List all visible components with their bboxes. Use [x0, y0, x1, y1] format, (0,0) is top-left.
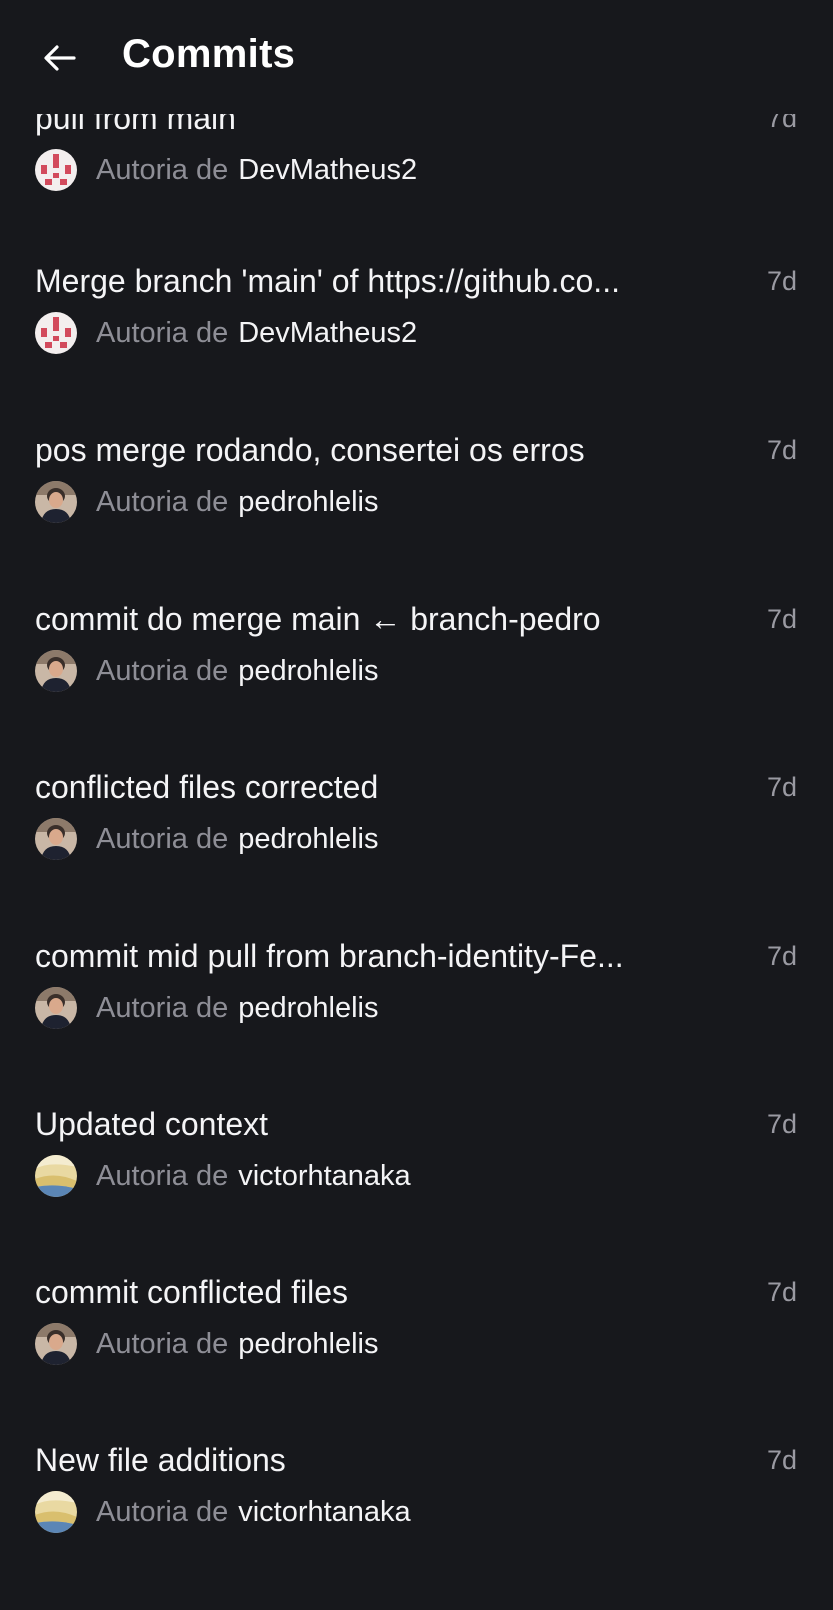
- back-button[interactable]: [36, 34, 84, 82]
- sand-landscape-avatar-icon: [35, 1155, 77, 1197]
- avatar: [35, 818, 77, 860]
- commit-age: 7d: [766, 435, 797, 465]
- user-photo-avatar-icon: [35, 818, 77, 860]
- author-prefix: Autoria de: [96, 485, 229, 518]
- page-title: Commits: [122, 32, 296, 76]
- commit-row[interactable]: pos merge rodando, consertei os erros 7d…: [0, 430, 833, 600]
- avatar: [35, 987, 77, 1029]
- commit-age: 7d: [766, 772, 797, 802]
- arrow-left-icon: [44, 45, 76, 71]
- commit-message: Updated context: [35, 1106, 269, 1142]
- author-name: pedrohlelis: [238, 1327, 379, 1360]
- commit-row[interactable]: commit conflicted files 7d Autoria de pe…: [0, 1272, 833, 1442]
- commit-author: Autoria de DevMatheus2: [35, 311, 417, 355]
- identicon-avatar-icon: [35, 312, 77, 354]
- commit-message: commit mid pull from branch-identity-Fe.…: [35, 938, 624, 974]
- commit-author: Autoria de pedrohlelis: [35, 817, 378, 861]
- avatar: [35, 1491, 77, 1533]
- commit-author: Autoria de pedrohlelis: [35, 480, 378, 524]
- identicon-avatar-icon: [35, 149, 77, 191]
- author-prefix: Autoria de: [96, 1159, 229, 1192]
- commit-row[interactable]: conflicted files corrected 7d Autoria de…: [0, 767, 833, 937]
- commit-age: 7d: [766, 1109, 797, 1139]
- commit-row[interactable]: Merge branch 'main' of https://github.co…: [0, 261, 833, 431]
- user-photo-avatar-icon: [35, 1323, 77, 1365]
- commit-message: Merge branch 'main' of https://github.co…: [35, 263, 620, 299]
- commit-row[interactable]: pull from main 7d Autoria de DevMatheus2: [0, 98, 833, 268]
- avatar: [35, 481, 77, 523]
- commit-age: 7d: [766, 1277, 797, 1307]
- commit-author: Autoria de pedrohlelis: [35, 649, 378, 693]
- author-name: victorhtanaka: [238, 1159, 411, 1192]
- user-photo-avatar-icon: [35, 650, 77, 692]
- commit-message: conflicted files corrected: [35, 769, 379, 805]
- author-name: pedrohlelis: [238, 654, 379, 687]
- author-name: pedrohlelis: [238, 485, 379, 518]
- author-name: pedrohlelis: [238, 822, 379, 855]
- author-prefix: Autoria de: [96, 1495, 229, 1528]
- commit-age: 7d: [766, 266, 797, 296]
- author-prefix: Autoria de: [96, 1327, 229, 1360]
- author-prefix: Autoria de: [96, 991, 229, 1024]
- commit-author: Autoria de DevMatheus2: [35, 148, 417, 192]
- commit-author: Autoria de pedrohlelis: [35, 1322, 378, 1366]
- author-prefix: Autoria de: [96, 654, 229, 687]
- user-photo-avatar-icon: [35, 987, 77, 1029]
- commit-message: pos merge rodando, consertei os erros: [35, 432, 585, 468]
- avatar: [35, 312, 77, 354]
- commit-row[interactable]: New file additions 7d Autoria de victorh…: [0, 1440, 833, 1610]
- commit-age: 7d: [766, 1445, 797, 1475]
- commit-row[interactable]: Updated context 7d Autoria de victorhtan…: [0, 1104, 833, 1274]
- author-prefix: Autoria de: [96, 153, 229, 186]
- avatar: [35, 650, 77, 692]
- sand-landscape-avatar-icon: [35, 1491, 77, 1533]
- commit-row[interactable]: commit mid pull from branch-identity-Fe.…: [0, 936, 833, 1106]
- author-name: victorhtanaka: [238, 1495, 411, 1528]
- author-prefix: Autoria de: [96, 316, 229, 349]
- commit-message: New file additions: [35, 1442, 286, 1478]
- author-name: DevMatheus2: [238, 153, 418, 186]
- avatar: [35, 149, 77, 191]
- avatar: [35, 1323, 77, 1365]
- user-photo-avatar-icon: [35, 481, 77, 523]
- commit-author: Autoria de victorhtanaka: [35, 1154, 411, 1198]
- author-name: pedrohlelis: [238, 991, 379, 1024]
- author-name: DevMatheus2: [238, 316, 418, 349]
- commit-list: pull from main 7d Autoria de DevMatheus2…: [0, 0, 833, 1600]
- app-header: Commits: [0, 0, 833, 114]
- commit-message: commit conflicted files: [35, 1274, 348, 1310]
- commit-age: 7d: [766, 941, 797, 971]
- author-prefix: Autoria de: [96, 822, 229, 855]
- commit-message: commit do merge main ← branch-pedro: [35, 601, 601, 637]
- avatar: [35, 1155, 77, 1197]
- commit-row[interactable]: commit do merge main ← branch-pedro 7d A…: [0, 599, 833, 769]
- commit-author: Autoria de victorhtanaka: [35, 1490, 411, 1534]
- commit-age: 7d: [766, 604, 797, 634]
- commit-author: Autoria de pedrohlelis: [35, 986, 378, 1030]
